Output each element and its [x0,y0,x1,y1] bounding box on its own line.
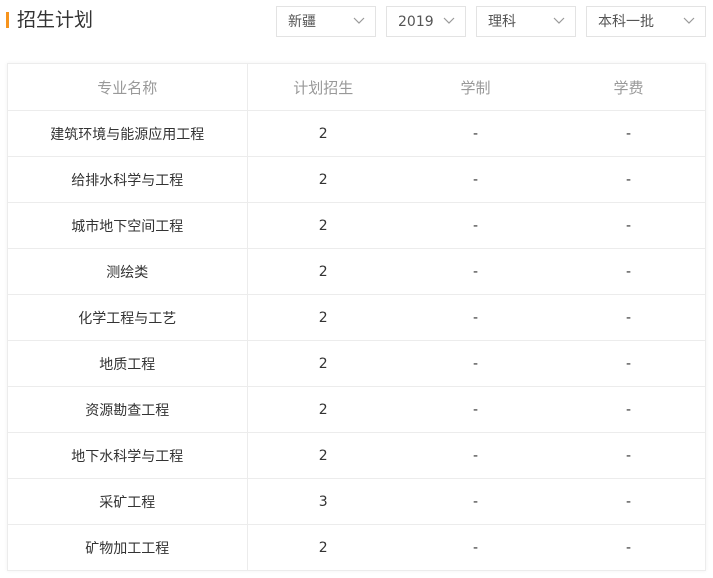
plan-cell: 2 [247,386,399,433]
tuition-cell: - [552,156,705,203]
duration-cell: - [399,248,552,295]
duration-cell: - [399,110,552,157]
tuition-cell: - [552,110,705,157]
plan-cell: 2 [247,156,399,203]
tuition-cell: - [552,432,705,479]
year-select[interactable]: 2019 [386,6,466,37]
major-cell: 测绘类 [8,248,248,295]
page-header: 招生计划 新疆 2019 理科 本科一批 [0,0,713,46]
plan-cell: 2 [247,340,399,387]
duration-cell: - [472,539,479,556]
chevron-down-icon [683,17,695,24]
subject-type-select-value: 理科 [488,14,516,30]
duration-cell: - [399,478,552,525]
table-row: 测绘类 2 - - [8,248,705,295]
table-row: 资源勘查工程 2 - - [8,386,705,433]
major-cell: 给排水科学与工程 [8,156,248,203]
province-select-value: 新疆 [288,14,316,30]
table-header-row: 专业名称 计划招生 学制 学费 [8,64,705,111]
tuition-cell: - [552,202,705,249]
table-row: 化学工程与工艺 2 - - [8,294,705,341]
batch-select[interactable]: 本科一批 [586,6,706,37]
chevron-down-icon [553,17,565,24]
major-cell: 资源勘查工程 [8,386,248,433]
plan-cell: 2 [318,539,328,556]
major-cell: 地质工程 [8,340,248,387]
column-header-tuition: 学费 [552,64,705,111]
plan-cell: 2 [247,248,399,295]
column-header-plan: 计划招生 [247,64,399,111]
chevron-down-icon [353,17,365,24]
duration-cell: - [399,340,552,387]
enrollment-plan-table: 专业名称 计划招生 学制 学费 建筑环境与能源应用工程 2 - - 给排水科学与… [7,63,706,571]
tuition-cell: - [552,478,705,525]
major-cell: 地下水科学与工程 [8,432,248,479]
duration-cell: - [399,202,552,249]
duration-cell: - [399,432,552,479]
table-row: 采矿工程 3 - - [8,478,705,525]
title-accent-bar [6,12,9,28]
duration-cell: - [399,386,552,433]
table-row: 建筑环境与能源应用工程 2 - - [8,110,705,157]
batch-select-value: 本科一批 [598,14,654,30]
table-row: 城市地下空间工程 2 - - [8,202,705,249]
plan-cell: 3 [247,478,399,525]
major-cell: 矿物加工工程 [8,524,248,570]
major-cell: 建筑环境与能源应用工程 [8,110,248,157]
plan-cell: 2 [247,294,399,341]
tuition-cell: - [552,386,705,433]
tuition-cell: - [552,294,705,341]
table-row: 地下水科学与工程 2 - - [8,432,705,479]
table-row: 地质工程 2 - - [8,340,705,387]
year-select-value: 2019 [398,14,434,30]
major-cell: 城市地下空间工程 [8,202,248,249]
tuition-cell: - [552,340,705,387]
subject-type-select[interactable]: 理科 [476,6,576,37]
tuition-cell: - [625,539,632,556]
plan-cell: 2 [247,110,399,157]
column-header-major: 专业名称 [8,64,248,111]
page-title: 招生计划 [17,9,94,31]
plan-cell: 2 [247,432,399,479]
plan-cell: 2 [247,202,399,249]
tuition-cell: - [552,248,705,295]
province-select[interactable]: 新疆 [276,6,376,37]
table-row: 给排水科学与工程 2 - - [8,156,705,203]
duration-cell: - [399,156,552,203]
column-header-duration: 学制 [399,64,552,111]
chevron-down-icon [443,17,455,24]
major-cell: 化学工程与工艺 [8,294,248,341]
major-cell: 采矿工程 [8,478,248,525]
table-row: 矿物加工工程 2 - - [8,524,705,570]
duration-cell: - [399,294,552,341]
